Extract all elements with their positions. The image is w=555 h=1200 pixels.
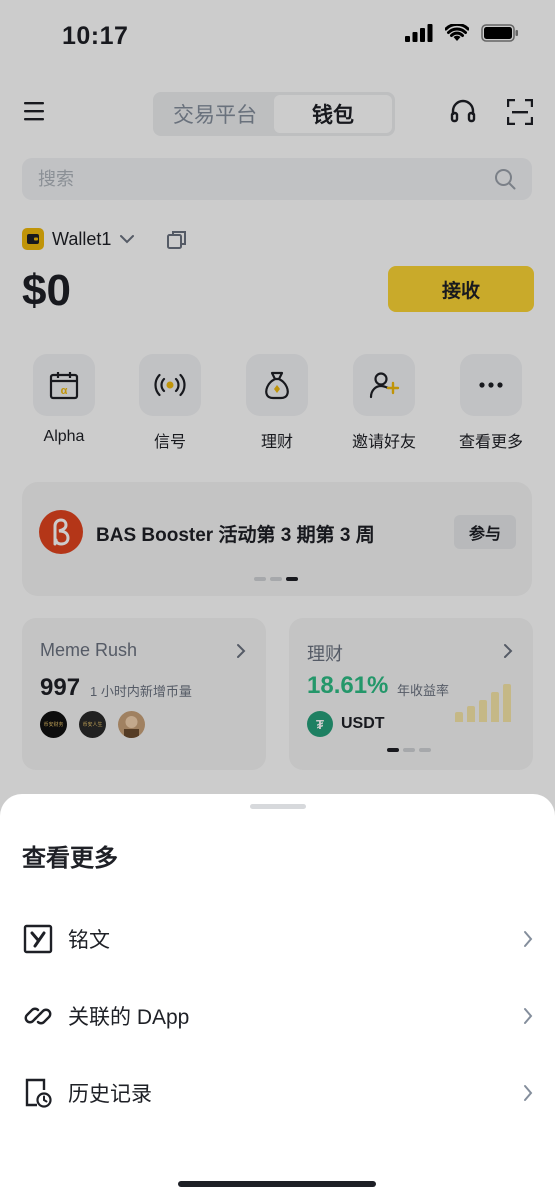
more-sheet: 查看更多 铭文 关联的 DApp 历史记录 — [0, 794, 555, 1200]
sheet-item-linked-dapp[interactable]: 关联的 DApp — [0, 986, 555, 1046]
sheet-item-label: 铭文 — [68, 929, 110, 952]
sheet-item-label: 历史记录 — [68, 1083, 152, 1106]
chevron-right-icon — [524, 1085, 533, 1101]
chevron-right-icon — [524, 931, 533, 947]
link-icon — [22, 1000, 54, 1032]
inscription-icon — [22, 923, 54, 955]
home-indicator[interactable] — [178, 1181, 376, 1187]
chevron-right-icon — [524, 1008, 533, 1024]
sheet-item-label: 关联的 DApp — [68, 1006, 190, 1029]
sheet-grabber[interactable] — [250, 804, 306, 809]
history-icon — [22, 1077, 54, 1109]
sheet-item-history[interactable]: 历史记录 — [0, 1063, 555, 1123]
sheet-item-inscription[interactable]: 铭文 — [0, 909, 555, 969]
sheet-title: 查看更多 — [22, 845, 118, 872]
